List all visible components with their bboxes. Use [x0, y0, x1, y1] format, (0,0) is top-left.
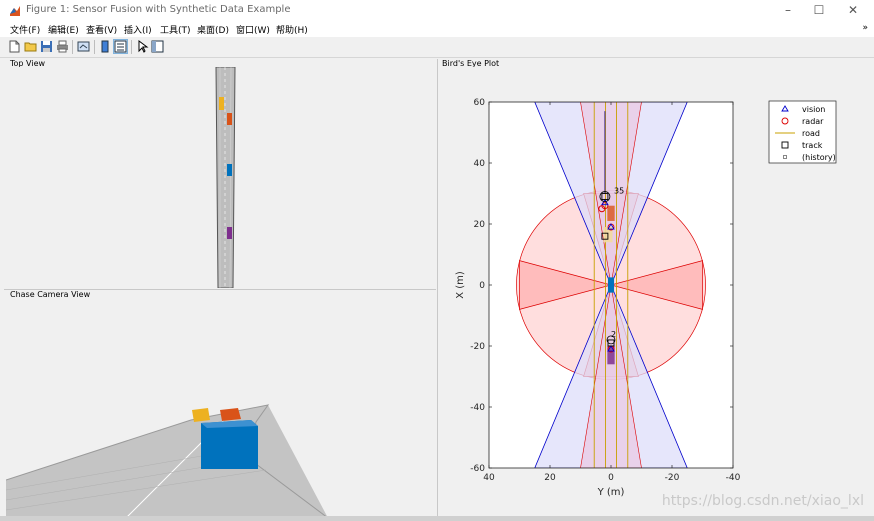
panel-divider-vertical[interactable] — [437, 59, 438, 519]
ego-vehicle — [227, 164, 232, 176]
edit-plot-icon[interactable] — [136, 40, 149, 53]
insert-colorbar-icon[interactable] — [99, 40, 112, 53]
toolbar-separator — [94, 40, 95, 54]
chase-road-surface — [6, 405, 328, 518]
minimize-button[interactable]: – — [771, 0, 805, 22]
window-title: Figure 1: Sensor Fusion with Synthetic D… — [26, 4, 291, 15]
track-id-label: 2 — [611, 330, 616, 339]
birds-eye-plot: 35 2 40 20 0 -20 -40 60 40 20 0 -20 -40 -60 Y (m) X (m)… — [455, 98, 837, 498]
menu-insert[interactable]: 插入(I) — [124, 23, 152, 36]
chase-vehicle-orange — [220, 408, 241, 421]
y-tick-label: -60 — [470, 464, 485, 474]
toolbar-separator — [131, 40, 132, 54]
chase-view-title: Chase Camera View — [10, 290, 91, 299]
toolbar — [0, 37, 874, 58]
new-figure-icon[interactable] — [8, 40, 21, 53]
track-id-label: 35 — [614, 187, 624, 196]
y-tick-label: 0 — [479, 281, 485, 291]
top-view-road — [215, 67, 236, 288]
vehicle-yellow — [219, 97, 224, 110]
top-view-panel — [6, 67, 436, 288]
birds-eye-panel: 35 2 40 20 0 -20 -40 60 40 20 0 -20 -40 -60 Y (m) X (m)… — [440, 67, 871, 518]
menu-desktop[interactable]: 桌面(D) — [197, 23, 229, 36]
y-tick-label: 60 — [474, 98, 486, 108]
legend-label: (history) — [802, 153, 836, 162]
chase-camera-panel — [6, 300, 436, 518]
y-axis-label: X (m) — [455, 271, 466, 299]
menu-window[interactable]: 窗口(W) — [236, 23, 270, 36]
watermark: https://blog.csdn.net/xiao_lxl — [661, 493, 864, 509]
menu-edit[interactable]: 编辑(E) — [48, 23, 79, 36]
x-tick-label: -40 — [726, 473, 741, 483]
chase-vehicle-yellow — [192, 408, 210, 422]
y-tick-label: -40 — [470, 403, 485, 413]
property-inspector-icon[interactable] — [151, 40, 164, 53]
menu-overflow[interactable]: » — [862, 23, 868, 33]
vehicle-outline-orange — [607, 205, 615, 221]
legend-label: road — [802, 129, 820, 138]
matlab-logo-icon — [10, 6, 20, 16]
title-bar: Figure 1: Sensor Fusion with Synthetic D… — [0, 0, 874, 23]
save-icon[interactable] — [40, 40, 53, 53]
menu-help[interactable]: 帮助(H) — [276, 23, 308, 36]
menu-file[interactable]: 文件(F) — [10, 23, 40, 36]
y-tick-label: -20 — [470, 342, 485, 352]
x-axis-label: Y (m) — [597, 487, 625, 498]
x-tick-label: 20 — [544, 473, 556, 483]
chase-camera-scene — [6, 404, 329, 518]
menu-view[interactable]: 查看(V) — [86, 23, 117, 36]
x-tick-label: 0 — [608, 473, 614, 483]
print-icon[interactable] — [56, 40, 69, 53]
open-file-icon[interactable] — [24, 40, 37, 53]
menu-bar: 文件(F) 编辑(E) 查看(V) 插入(I) 工具(T) 桌面(D) 窗口(W… — [0, 22, 874, 37]
legend-label: radar — [802, 117, 824, 126]
legend-label: track — [802, 141, 823, 150]
legend-label: vision — [802, 105, 825, 114]
maximize-button[interactable]: ☐ — [802, 0, 836, 22]
y-tick-label: 20 — [474, 220, 486, 230]
insert-legend-icon[interactable] — [113, 39, 128, 54]
vehicle-purple — [227, 227, 232, 239]
taskbar-strip — [0, 516, 874, 521]
vehicle-orange — [227, 113, 232, 125]
toolbar-separator — [72, 40, 73, 54]
ego-vehicle-marker — [607, 277, 615, 293]
close-button[interactable]: ✕ — [836, 0, 870, 22]
menu-tools[interactable]: 工具(T) — [160, 23, 191, 36]
x-tick-label: 40 — [483, 473, 495, 483]
top-view-scene — [215, 67, 236, 288]
x-tick-label: -20 — [665, 473, 680, 483]
link-plot-icon[interactable] — [77, 40, 90, 53]
y-tick-label: 40 — [474, 159, 486, 169]
